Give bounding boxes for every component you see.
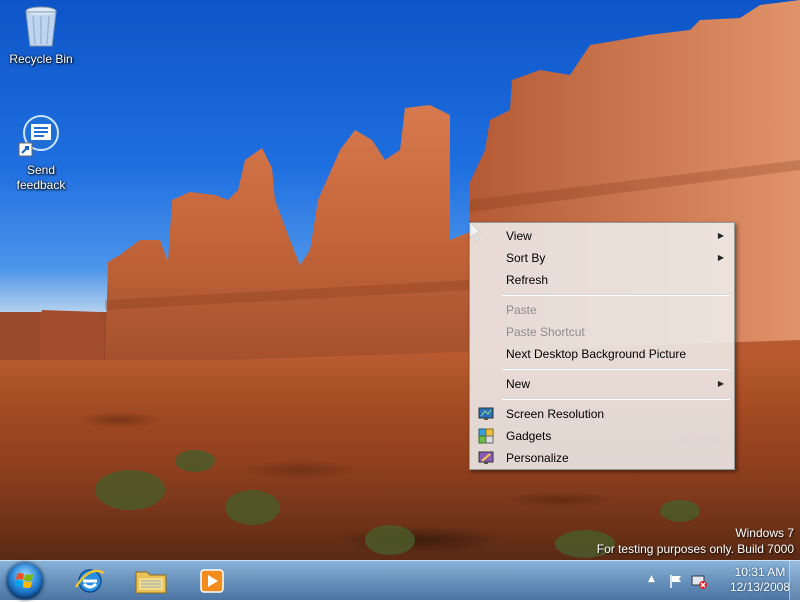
gadgets-icon xyxy=(478,428,494,444)
submenu-arrow-icon: ▶ xyxy=(717,253,724,262)
send-feedback-shortcut[interactable]: Send feedback xyxy=(2,113,80,193)
submenu-arrow-icon: ▶ xyxy=(717,231,724,240)
clock-time: 10:31 AM xyxy=(734,565,786,579)
menu-item-personalize[interactable]: Personalize xyxy=(472,447,732,469)
menu-item-gadgets-label: Gadgets xyxy=(506,429,552,443)
menu-item-paste-shortcut-label: Paste Shortcut xyxy=(506,325,585,339)
watermark-os-name: Windows 7 xyxy=(735,526,794,540)
build-watermark: Windows 7 For testing purposes only. Bui… xyxy=(597,525,794,557)
clock-date: 12/13/2008 xyxy=(729,580,790,594)
internet-explorer-icon xyxy=(74,569,105,593)
menu-item-screen-resolution[interactable]: Screen Resolution xyxy=(472,403,732,425)
menu-item-sort-by[interactable]: Sort By ▶ xyxy=(472,247,732,269)
notification-area: ▲ 10:31 AM 12/13/2008 xyxy=(640,561,800,601)
menu-separator xyxy=(502,368,730,370)
desktop-context-menu: View ▶ Sort By ▶ Refresh Paste Paste Sho… xyxy=(469,222,735,470)
windows-logo-icon xyxy=(15,573,33,588)
wallpaper-bush xyxy=(225,490,280,525)
menu-item-paste: Paste xyxy=(472,299,732,321)
menu-item-personalize-label: Personalize xyxy=(506,451,569,465)
menu-item-refresh-label: Refresh xyxy=(506,273,549,287)
submenu-arrow-icon: ▶ xyxy=(717,379,724,388)
taskbar-windows-explorer[interactable] xyxy=(129,563,173,599)
menu-item-screen-resolution-label: Screen Resolution xyxy=(506,407,605,421)
start-button[interactable] xyxy=(7,563,43,599)
menu-item-paste-label: Paste xyxy=(506,303,537,317)
menu-item-sort-by-label: Sort By xyxy=(506,251,546,265)
recycle-bin-icon xyxy=(17,2,65,50)
menu-item-gadgets[interactable]: Gadgets xyxy=(472,425,732,447)
taskbar: ▲ 10:31 AM 12/13/2008 xyxy=(0,560,800,601)
show-desktop-button[interactable] xyxy=(789,561,800,601)
wallpaper-bush xyxy=(365,525,415,555)
menu-separator xyxy=(502,294,730,296)
network-icon[interactable] xyxy=(690,573,708,589)
menu-separator xyxy=(502,398,730,400)
menu-item-view[interactable]: View ▶ xyxy=(472,225,732,247)
recycle-bin-shortcut[interactable]: Recycle Bin xyxy=(2,2,80,67)
wallpaper-bush xyxy=(660,500,700,522)
wallpaper-bush xyxy=(95,470,165,510)
taskbar-media-player[interactable] xyxy=(190,563,234,599)
menu-item-new-label: New xyxy=(506,377,531,391)
feedback-icon xyxy=(17,113,65,161)
taskbar-internet-explorer[interactable] xyxy=(68,563,112,599)
menu-item-paste-shortcut: Paste Shortcut xyxy=(472,321,732,343)
personalize-icon xyxy=(478,451,494,464)
watermark-build-info: For testing purposes only. Build 7000 xyxy=(596,542,794,556)
menu-item-refresh[interactable]: Refresh xyxy=(472,269,732,291)
recycle-bin-label: Recycle Bin xyxy=(9,52,73,66)
clock[interactable]: 10:31 AM 12/13/2008 xyxy=(730,565,790,595)
screen-resolution-icon xyxy=(478,407,494,420)
folder-icon xyxy=(135,571,167,594)
media-player-icon xyxy=(200,569,224,593)
menu-item-new[interactable]: New ▶ xyxy=(472,373,732,395)
send-feedback-label-line1: Send xyxy=(26,163,56,177)
show-hidden-icons-button[interactable]: ▲ xyxy=(648,574,655,584)
action-center-flag-icon[interactable] xyxy=(668,573,684,589)
send-feedback-label-line2: feedback xyxy=(16,178,66,192)
menu-item-view-label: View xyxy=(506,229,532,243)
menu-item-next-background-label: Next Desktop Background Picture xyxy=(506,347,687,361)
wallpaper-bush xyxy=(175,450,215,472)
menu-item-next-background[interactable]: Next Desktop Background Picture xyxy=(472,343,732,365)
